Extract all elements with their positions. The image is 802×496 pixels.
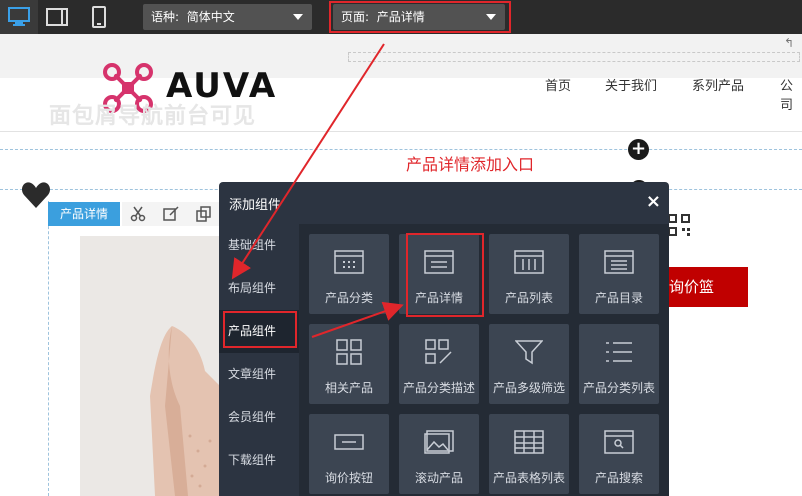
component-table-list[interactable]: 产品表格列表: [489, 414, 569, 494]
component-product-catalog[interactable]: 产品目录: [579, 234, 659, 314]
table-icon: [514, 430, 544, 454]
category-basic[interactable]: 基础组件: [219, 224, 299, 267]
component-category-description[interactable]: 产品分类描述: [399, 324, 479, 404]
desktop-icon: [8, 7, 30, 26]
list-columns-icon: [514, 250, 544, 274]
desktop-view-button[interactable]: [0, 0, 38, 34]
nav-item-products[interactable]: 系列产品: [692, 75, 744, 94]
breadcrumb-placeholder: 面包屑导航前台可见: [49, 104, 257, 129]
category-panel-icon: [334, 250, 364, 274]
undo-arrow-icon[interactable]: ↰: [784, 36, 794, 50]
category-member[interactable]: 会员组件: [219, 396, 299, 439]
search-box-icon: [604, 430, 634, 454]
module-toolbar: [122, 202, 220, 226]
component-label: 产品搜索: [594, 471, 643, 485]
component-category-list[interactable]: 产品分类列表: [579, 324, 659, 404]
component-label: 产品多级筛选: [492, 381, 565, 395]
image-slider-icon: [424, 430, 454, 454]
bullet-list-icon: [606, 342, 632, 362]
component-label: 产品表格列表: [492, 471, 565, 485]
add-section-button[interactable]: +: [628, 139, 649, 160]
scissors-icon[interactable]: [130, 206, 146, 222]
component-product-list[interactable]: 产品列表: [489, 234, 569, 314]
component-label: 产品分类: [324, 291, 373, 305]
module-tag[interactable]: 产品详情: [48, 202, 120, 226]
component-label: 产品目录: [594, 291, 643, 305]
filter-funnel-icon: [515, 340, 543, 365]
button-icon: [334, 434, 364, 450]
component-product-category[interactable]: 产品分类: [309, 234, 389, 314]
component-label: 产品列表: [504, 291, 553, 305]
nav-item-home[interactable]: 首页: [545, 75, 571, 94]
language-label: 语种:: [151, 10, 180, 24]
inquiry-basket-button[interactable]: 询价篮: [661, 267, 748, 307]
component-inquiry-button[interactable]: 询价按钮: [309, 414, 389, 494]
qr-code-icon[interactable]: [668, 214, 690, 236]
product-image: [80, 236, 220, 496]
header-dashed-region: [348, 52, 800, 62]
nav-item-company[interactable]: 公司: [780, 75, 802, 113]
category-download[interactable]: 下载组件: [219, 439, 299, 482]
chevron-down-icon: [293, 14, 303, 20]
four-squares-icon: [336, 339, 362, 365]
close-icon[interactable]: ×: [646, 191, 661, 212]
component-label: 产品分类列表: [582, 381, 655, 395]
component-scroll-products[interactable]: 滚动产品: [399, 414, 479, 494]
annotation-text: 产品详情添加入口: [406, 155, 535, 174]
language-value: 简体中文: [186, 10, 235, 24]
dialog-title: 添加组件: [229, 198, 282, 213]
category-layout[interactable]: 布局组件: [219, 267, 299, 310]
component-category-list: 基础组件 布局组件 产品组件 文章组件 会员组件 下载组件: [219, 224, 299, 496]
copy-icon[interactable]: [195, 206, 212, 222]
header-divider: [0, 131, 802, 132]
component-grid: 产品分类 产品详情 产品列表 产品目录 相关产品 产品分类描述 产品多级筛选 产…: [299, 224, 669, 496]
component-label: 滚动产品: [414, 471, 463, 485]
category-article[interactable]: 文章组件: [219, 353, 299, 396]
nav-item-about[interactable]: 关于我们: [605, 75, 657, 94]
component-related-products[interactable]: 相关产品: [309, 324, 389, 404]
page-select-highlight: [329, 1, 511, 33]
product-category-highlight: [223, 311, 297, 348]
section-guide-line: [0, 149, 802, 150]
squares-pencil-icon: [425, 339, 452, 364]
language-select[interactable]: 语种: 简体中文: [143, 4, 312, 30]
component-label: 相关产品: [324, 381, 373, 395]
catalog-icon: [604, 250, 634, 274]
component-label: 询价按钮: [324, 471, 373, 485]
component-product-search[interactable]: 产品搜索: [579, 414, 659, 494]
component-multi-filter[interactable]: 产品多级筛选: [489, 324, 569, 404]
product-detail-highlight: [406, 233, 484, 317]
mobile-view-button[interactable]: [80, 0, 118, 34]
tablet-view-button[interactable]: [38, 0, 76, 34]
mobile-icon: [92, 6, 106, 28]
tablet-icon: [46, 8, 68, 26]
dress-illustration: [80, 236, 220, 496]
component-label: 产品分类描述: [402, 381, 475, 395]
edit-icon[interactable]: [163, 206, 179, 222]
